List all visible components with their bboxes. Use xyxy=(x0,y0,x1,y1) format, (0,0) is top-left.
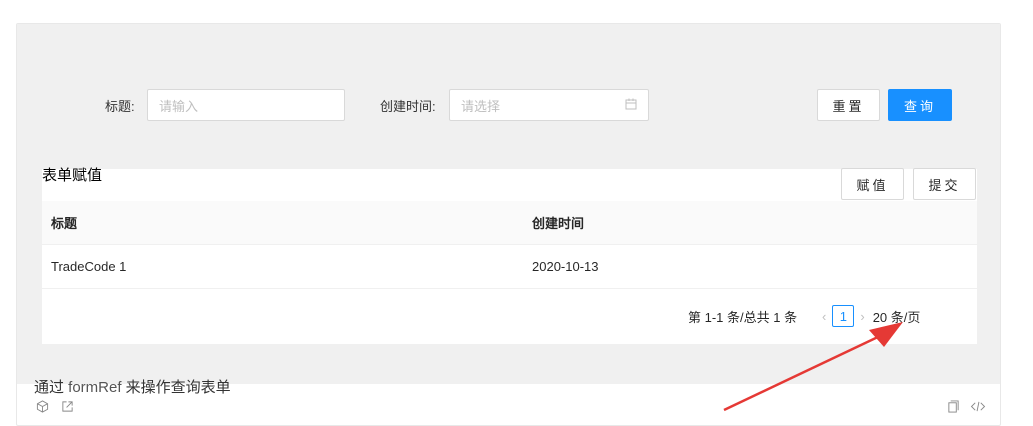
date-label: 创建时间: xyxy=(380,99,436,114)
open-in-new-window-icon[interactable] xyxy=(60,399,74,413)
calendar-icon xyxy=(625,98,637,113)
prev-page-icon[interactable]: ‹ xyxy=(822,309,826,324)
code-toggle-icon[interactable] xyxy=(969,399,987,413)
query-button[interactable]: 查询 xyxy=(888,89,952,121)
assign-button[interactable]: 赋值 xyxy=(841,168,904,200)
description-suffix: 来操作查询表单 xyxy=(121,379,231,396)
pagination-summary: 第 1-1 条/总共 1 条 xyxy=(688,310,798,325)
reset-button[interactable]: 重置 xyxy=(817,89,880,121)
demo-container: 标题: 请输入 创建时间: 请选择 重置 查询 表单赋值 赋值 提交 标题 创建… xyxy=(16,23,1001,426)
description: 通过 formRef 来操作查询表单 xyxy=(34,376,231,397)
table-row[interactable]: TradeCode 1 2020-10-13 xyxy=(42,245,977,289)
page-size-select[interactable]: 20 条/页 xyxy=(873,307,921,326)
date-picker[interactable]: 请选择 xyxy=(449,89,649,121)
next-page-icon[interactable]: › xyxy=(860,309,864,324)
description-code: formRef xyxy=(68,379,122,396)
cell-title: TradeCode 1 xyxy=(51,259,127,274)
page-item[interactable]: 1 xyxy=(832,305,855,327)
title-input[interactable]: 请输入 xyxy=(147,89,345,121)
description-prefix: 通过 xyxy=(34,379,69,396)
copy-icon[interactable] xyxy=(946,399,960,413)
column-header-created: 创建时间 xyxy=(532,216,585,231)
cell-created: 2020-10-13 xyxy=(532,259,599,274)
table-header: 标题 创建时间 xyxy=(42,201,977,245)
card-title: 表单赋值 xyxy=(42,167,103,184)
codesandbox-icon[interactable] xyxy=(35,399,49,413)
demo-preview: 标题: 请输入 创建时间: 请选择 重置 查询 表单赋值 赋值 提交 标题 创建… xyxy=(17,24,1000,396)
column-header-title: 标题 xyxy=(51,216,78,231)
title-placeholder: 请输入 xyxy=(159,98,199,114)
title-label: 标题: xyxy=(105,99,135,114)
submit-button[interactable]: 提交 xyxy=(913,168,976,200)
pagination: ‹ 1 › 20 条/页 xyxy=(822,305,920,327)
table-card: 表单赋值 赋值 提交 标题 创建时间 TradeCode 1 2020-10-1… xyxy=(42,167,977,344)
date-placeholder: 请选择 xyxy=(461,98,501,114)
